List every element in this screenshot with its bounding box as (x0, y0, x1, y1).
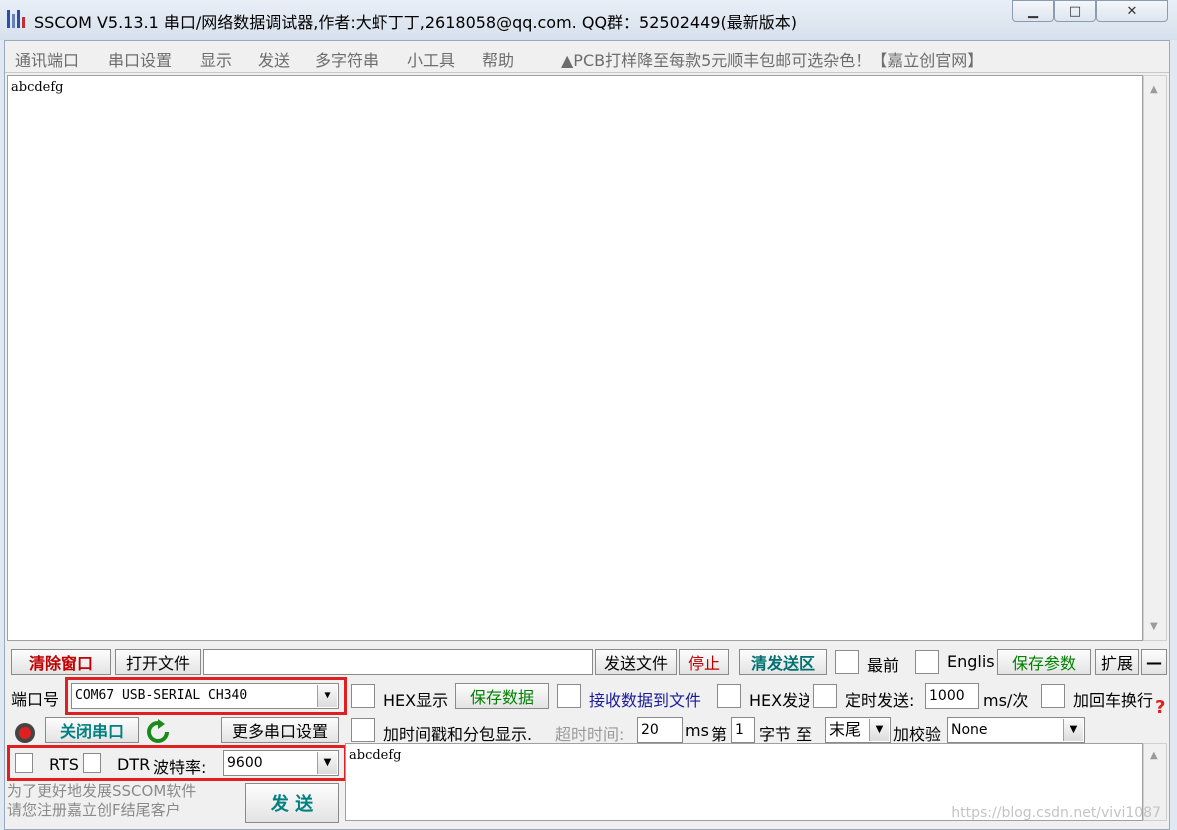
watermark: https://blog.csdn.net/vivi1087 (951, 805, 1161, 821)
append-newline-checkbox[interactable] (1041, 684, 1065, 708)
save-params-button[interactable]: 保存参数 (997, 649, 1091, 675)
send-text: abcdefg (349, 748, 402, 763)
receive-textarea[interactable]: abcdefg (7, 75, 1143, 641)
title-bar: SSCOM V5.13.1 串口/网络数据调试器,作者:大虾丁丁,2618058… (0, 0, 1177, 40)
recv-to-file-checkbox[interactable] (557, 684, 581, 708)
menu-ad-link[interactable]: ▲PCB打样降至每款5元顺丰包邮可选杂色！【嘉立创官网】 (561, 47, 983, 71)
receive-scrollbar[interactable]: ▲ ▼ (1143, 75, 1167, 641)
topmost-checkbox[interactable] (835, 650, 859, 674)
append-newline-label: 加回车换行 (1073, 691, 1154, 710)
timeout-unit: ms (685, 721, 709, 740)
timed-interval-field[interactable]: 1000 (925, 683, 979, 709)
close-port-button[interactable]: 关闭串口 (45, 717, 139, 743)
recv-to-file-label: 接收数据到文件 (589, 691, 702, 710)
save-data-button[interactable]: 保存数据 (455, 683, 549, 709)
byte-to-label: 字节 至 (759, 725, 813, 744)
clear-send-button[interactable]: 清发送区 (739, 649, 827, 675)
menu-tools[interactable]: 小工具 (407, 47, 455, 71)
english-checkbox[interactable] (915, 650, 939, 674)
timed-unit-label: ms/次 (983, 691, 1029, 710)
send-file-button[interactable]: 发送文件 (595, 649, 677, 675)
timed-send-checkbox[interactable] (813, 684, 837, 708)
timeout-label: 超时时间: (555, 725, 625, 744)
timestamp-checkbox[interactable] (351, 718, 375, 742)
maximize-button[interactable]: □ (1054, 0, 1096, 22)
expand-button[interactable]: 扩展 (1095, 649, 1139, 675)
collapse-button[interactable]: — (1141, 649, 1167, 675)
open-file-button[interactable]: 打开文件 (115, 649, 201, 675)
english-label: Englis (947, 652, 995, 671)
timed-send-label: 定时发送: (845, 691, 915, 710)
checksum-select[interactable]: None ▼ (947, 717, 1085, 743)
chevron-down-icon[interactable]: ▼ (869, 719, 889, 741)
minimize-icon: ▁ (1028, 3, 1038, 19)
menu-bar: 通讯端口 串口设置 显示 发送 多字符串 小工具 帮助 ▲PCB打样降至每款5元… (5, 41, 1169, 73)
clear-window-button[interactable]: 清除窗口 (11, 649, 111, 675)
menu-multi-string[interactable]: 多字符串 (315, 47, 379, 71)
menu-comm-port[interactable]: 通讯端口 (15, 47, 79, 71)
timestamp-label: 加时间戳和分包显示. (383, 725, 533, 744)
timeout-field[interactable]: 20 (637, 717, 683, 743)
menu-serial-settings[interactable]: 串口设置 (108, 47, 172, 71)
more-settings-button[interactable]: 更多串口设置 (221, 717, 339, 743)
stop-button[interactable]: 停止 (679, 649, 729, 675)
nth-field[interactable]: 1 (731, 717, 755, 743)
record-icon (15, 723, 35, 743)
topmost-label: 最前 (867, 656, 900, 675)
receive-text: abcdefg (11, 80, 64, 95)
minimize-button[interactable]: ▁ (1012, 0, 1054, 22)
app-icon (7, 10, 25, 28)
chevron-down-icon[interactable]: ▼ (1063, 719, 1083, 741)
hex-send-checkbox[interactable] (717, 684, 741, 708)
menu-send[interactable]: 发送 (258, 47, 290, 71)
hex-display-label: HEX显示 (383, 691, 449, 710)
file-path-field[interactable] (203, 649, 593, 675)
send-button[interactable]: 发 送 (245, 783, 339, 823)
scroll-up-icon[interactable]: ▲ (1150, 84, 1158, 95)
window-title: SSCOM V5.13.1 串口/网络数据调试器,作者:大虾丁丁,2618058… (34, 13, 797, 32)
hex-send-label: HEX发送 (749, 691, 809, 710)
highlight-port (65, 677, 347, 715)
scroll-up-icon[interactable]: ▲ (1150, 750, 1158, 761)
hex-display-checkbox[interactable] (351, 684, 375, 708)
refresh-icon[interactable] (145, 719, 171, 745)
help-icon[interactable]: ? (1155, 697, 1165, 718)
maximize-icon: □ (1068, 3, 1082, 19)
checksum-value: None (951, 722, 988, 738)
port-label: 端口号 (11, 690, 60, 709)
close-icon: ✕ (1126, 3, 1138, 19)
scroll-down-icon[interactable]: ▼ (1150, 621, 1158, 632)
end-value: 末尾 (829, 720, 862, 739)
nth-label: 第 (711, 725, 728, 744)
main-frame: 通讯端口 串口设置 显示 发送 多字符串 小工具 帮助 ▲PCB打样降至每款5元… (4, 40, 1170, 830)
menu-display[interactable]: 显示 (200, 47, 232, 71)
end-select[interactable]: 末尾 ▼ (825, 717, 891, 743)
promo-text[interactable]: 为了更好地发展SSCOM软件 请您注册嘉立创F结尾客户 (7, 782, 243, 820)
menu-help[interactable]: 帮助 (482, 47, 514, 71)
highlight-baud (7, 745, 347, 781)
close-button[interactable]: ✕ (1096, 0, 1168, 22)
checksum-label: 加校验 (893, 725, 942, 744)
